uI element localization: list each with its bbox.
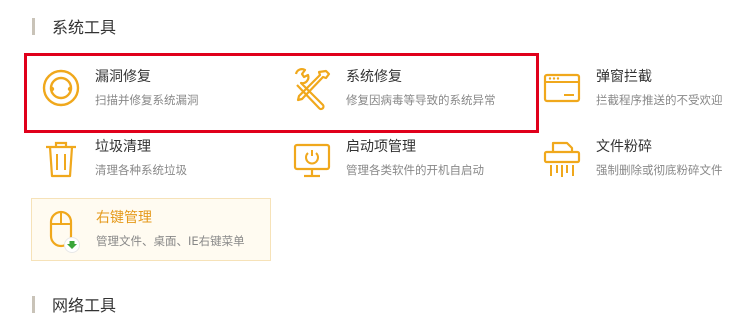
section-system-tools: 系统工具 (32, 14, 116, 38)
trash-can-icon (46, 141, 76, 178)
section-marker (32, 295, 35, 313)
mouse-icon (49, 210, 80, 253)
tool-name: 文件粉碎 (596, 139, 652, 155)
shield-circle-icon (42, 69, 80, 107)
section-title-system: 系统工具 (52, 18, 117, 37)
tool-name: 漏洞修复 (95, 69, 151, 85)
popup-window-icon (543, 73, 581, 103)
tool-right-click-manager[interactable]: 右键管理 管理文件、桌面、IE右键菜单 (31, 198, 271, 261)
section-network-tools: 网络工具 (32, 292, 116, 316)
tool-name: 系统修复 (346, 69, 402, 85)
tool-system-repair[interactable]: 系统修复 修复因病毒等导致的系统异常 (282, 58, 522, 120)
tool-name: 弹窗拦截 (596, 69, 652, 85)
monitor-power-icon (293, 143, 331, 178)
tool-desc: 管理各类软件的开机自启动 (346, 163, 484, 177)
section-title-network: 网络工具 (52, 296, 117, 315)
tool-name: 启动项管理 (346, 139, 416, 155)
tool-desc: 管理文件、桌面、IE右键菜单 (96, 234, 245, 248)
tool-startup-manager[interactable]: 启动项管理 管理各类软件的开机自启动 (282, 128, 522, 190)
tool-desc: 扫描并修复系统漏洞 (95, 93, 199, 107)
section-marker (32, 17, 35, 35)
tool-popup-blocker[interactable]: 弹窗拦截 拦截程序推送的不受欢迎 (532, 58, 732, 120)
tool-desc: 拦截程序推送的不受欢迎 (596, 93, 723, 107)
tool-desc: 修复因病毒等导致的系统异常 (346, 93, 496, 107)
tool-file-shredder[interactable]: 文件粉碎 强制删除或彻底粉碎文件 (532, 128, 732, 190)
tool-junk-cleanup[interactable]: 垃圾清理 清理各种系统垃圾 (31, 128, 271, 190)
tool-desc: 清理各种系统垃圾 (95, 163, 187, 177)
shredder-icon (543, 141, 581, 177)
tool-name: 右键管理 (96, 210, 152, 226)
tool-vulnerability-repair[interactable]: 漏洞修复 扫描并修复系统漏洞 (31, 58, 271, 120)
wrench-screwdriver-icon (294, 68, 331, 111)
tool-name: 垃圾清理 (95, 139, 151, 155)
tool-desc: 强制删除或彻底粉碎文件 (596, 163, 723, 177)
